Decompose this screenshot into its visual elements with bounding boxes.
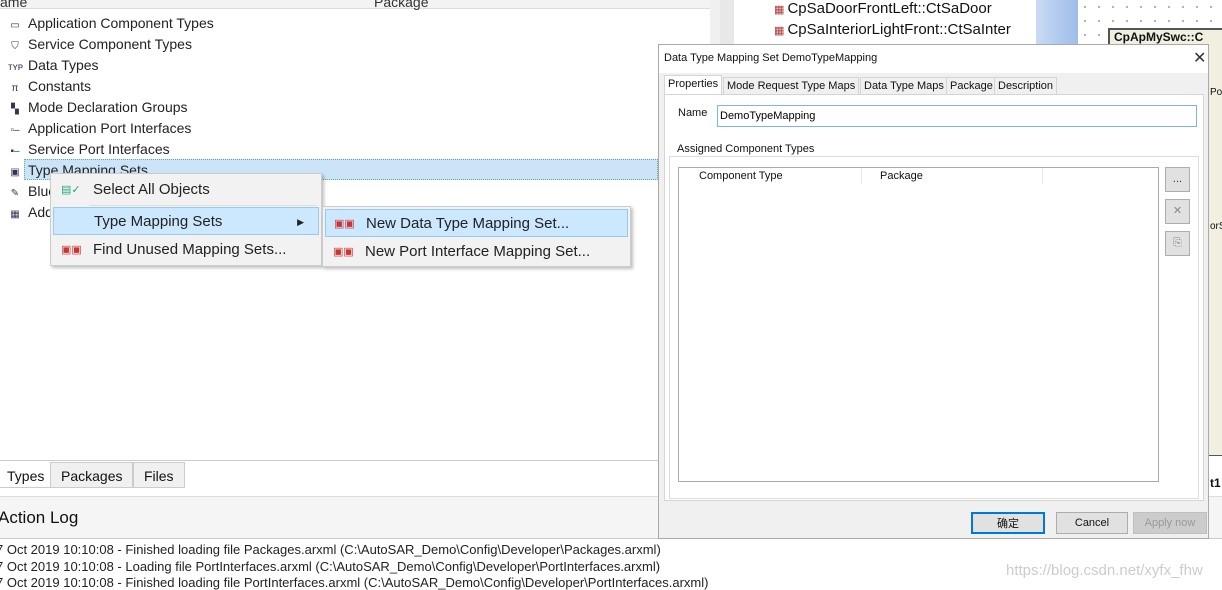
tab-mode-request-type-maps[interactable]: Mode Request Type Maps [723, 77, 860, 95]
column-package[interactable]: Package [880, 170, 923, 182]
submenu-arrow-icon: ▶ [297, 217, 304, 227]
column-divider [1042, 168, 1043, 184]
log-line: 7 Oct 2019 10:10:08 - Finished loading f… [0, 575, 709, 590]
edge-text: t1 [1210, 476, 1221, 490]
service-port-icon: ▪– [10, 146, 20, 157]
tree-item-label: Mode Declaration Groups [28, 99, 188, 115]
data-type-mapping-icon: ▣▣ [334, 218, 355, 230]
tree-item[interactable]: ▦ Add [8, 202, 53, 223]
tree-scrollbar[interactable] [710, 0, 720, 44]
copy-button[interactable]: ⎘ [1165, 231, 1190, 256]
component-table[interactable]: Component Type Package [678, 167, 1159, 482]
menu-item-find-unused[interactable]: ▣▣ Find Unused Mapping Sets... [53, 236, 319, 264]
port-interface-mapping-icon: ▣▣ [333, 246, 354, 258]
tree-item[interactable]: ✎ Blue [8, 181, 56, 202]
browse-button[interactable]: ... [1165, 167, 1190, 192]
tree-item-label: Constants [28, 78, 92, 94]
tab-description[interactable]: Description [994, 77, 1058, 95]
column-divider [861, 168, 862, 184]
menu-item-new-data-type-mapping[interactable]: ▣▣ New Data Type Mapping Set... [325, 209, 628, 237]
tab-data-type-maps[interactable]: Data Type Maps [860, 77, 948, 95]
group-label: Assigned Component Types [675, 143, 817, 155]
action-log-title: Action Log [0, 508, 79, 527]
tree-item-label: Service Port Interfaces [28, 141, 170, 157]
name-input[interactable] [717, 105, 1197, 127]
tree-item-label: Application Port Interfaces [28, 120, 192, 136]
tree-item-label: Service Component Types [28, 36, 192, 52]
tab-package[interactable]: Package [946, 77, 997, 95]
tree-item[interactable]: ▫– Application Port Interfaces [8, 118, 191, 139]
tree-item[interactable]: ▪– Service Port Interfaces [8, 139, 170, 160]
close-icon[interactable]: ✕ [1193, 48, 1206, 68]
background-tree-panel: ▦ CpSaDoorFrontLeft::CtSaDoor ▦ CpSaInte… [720, 0, 1036, 44]
remove-button[interactable]: ✕ [1165, 199, 1190, 224]
dialog-title: Data Type Mapping Set DemoTypeMapping [664, 52, 878, 64]
data-type-icon: ᴛʏᴘ [8, 62, 23, 73]
column-component-type[interactable]: Component Type [699, 170, 783, 182]
tab-properties[interactable]: Properties [664, 75, 723, 95]
submenu: ▣▣ New Data Type Mapping Set... ▣▣ New Por… [322, 206, 631, 267]
column-name[interactable]: ame [0, 0, 27, 9]
pi-icon: π [11, 83, 19, 94]
tab-packages[interactable]: Packages [50, 462, 134, 488]
mapping-set-icon: ▣▣ [61, 244, 82, 256]
application-component-icon: ▭ [10, 20, 20, 31]
port-interface-icon: ▫– [10, 125, 20, 136]
column-header: ame Package [0, 0, 720, 9]
column-package[interactable]: Package [374, 0, 428, 9]
tree-item-label: Application Component Types [28, 15, 214, 31]
ok-button[interactable]: 确定 [971, 512, 1045, 534]
mode-group-icon: ▚ [11, 104, 19, 115]
watermark: https://blog.csdn.net/xyfx_fhw [1006, 562, 1203, 579]
select-all-icon: ▤✓ [61, 184, 81, 196]
properties-panel: Name Assigned Component Types Component … [664, 94, 1204, 501]
menu-item-type-mapping-sets[interactable]: Type Mapping Sets ▶ [53, 207, 319, 235]
diagram-canvas: CpApMySwc::C [1078, 0, 1222, 48]
menu-item-select-all[interactable]: ▤✓ Select All Objects [53, 176, 319, 204]
background-tree-item[interactable]: ▦ CpSaInteriorLightFront::CtSaInter [774, 21, 1011, 38]
component-icon: ▦ [774, 25, 788, 37]
log-line: 7 Oct 2019 10:10:08 - Loading file PortI… [0, 559, 661, 574]
service-component-icon: ⛉ [11, 41, 19, 52]
tab-strip-line [0, 460, 658, 461]
diagram-toolbar [1036, 0, 1078, 44]
type-mapping-icon: ▣ [10, 167, 20, 178]
tree-item[interactable]: ᴛʏᴘ Data Types [8, 55, 99, 76]
tree-item[interactable]: π Constants [8, 76, 92, 97]
blueprint-icon: ✎ [10, 188, 20, 199]
tree-item[interactable]: ⛉ Service Component Types [8, 34, 192, 55]
tab-files[interactable]: Files [133, 462, 185, 488]
menu-separator [89, 205, 317, 206]
cancel-button[interactable]: Cancel [1056, 512, 1128, 534]
name-label: Name [678, 107, 708, 119]
background-tree-item[interactable]: ▦ CpSaDoorFrontLeft::CtSaDoor [774, 0, 992, 17]
type-mapping-dialog: Data Type Mapping Set DemoTypeMapping ✕ … [658, 44, 1209, 539]
tree-item[interactable]: ▚ Mode Declaration Groups [8, 97, 188, 118]
component-icon: ▦ [774, 4, 788, 16]
context-menu: ▤✓ Select All Objects Type Mapping Sets ▶ … [50, 173, 322, 266]
add-icon: ▦ [10, 209, 20, 220]
menu-item-new-port-interface-mapping[interactable]: ▣▣ New Port Interface Mapping Set... [325, 238, 628, 266]
apply-now-button[interactable]: Apply now [1133, 512, 1207, 534]
diagram-component-body [1209, 44, 1222, 456]
edge-text: orS [1210, 221, 1222, 232]
tree-item-label: Data Types [28, 57, 99, 73]
tree-item[interactable]: ▭ Application Component Types [8, 13, 214, 34]
log-line: 7 Oct 2019 10:10:08 - Finished loading f… [0, 542, 661, 557]
tab-types[interactable]: Types [0, 462, 56, 488]
edge-text: PoL [1210, 87, 1222, 98]
